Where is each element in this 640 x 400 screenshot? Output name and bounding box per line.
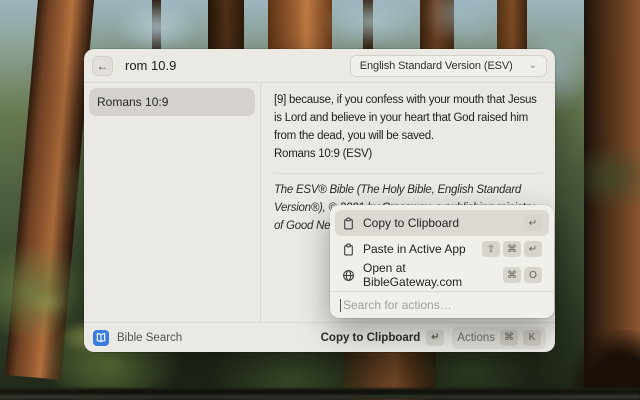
return-key-icon: ↵ — [426, 330, 444, 346]
ground-shadow — [0, 388, 640, 400]
status-bar-actions: Copy to Clipboard ↵ Actions ⌘ K — [321, 327, 546, 349]
globe-icon — [342, 269, 355, 282]
action-label: Copy to Clipboard — [363, 216, 459, 230]
cmd-key-icon: ⌘ — [503, 241, 521, 257]
text-caret — [340, 299, 341, 312]
bible-search-app-icon — [93, 330, 109, 346]
results-list: Romans 10:9 — [84, 83, 260, 322]
app-name: Bible Search — [117, 332, 182, 344]
action-label: Paste in Active App — [363, 242, 466, 256]
cmd-key-icon: ⌘ — [500, 330, 518, 346]
bible-version-dropdown[interactable]: English Standard Version (ESV) ⌄ — [350, 55, 547, 77]
chevron-down-icon: ⌄ — [529, 61, 537, 71]
primary-action-button[interactable]: Copy to Clipboard ↵ — [321, 330, 445, 346]
back-icon: ← — [97, 59, 109, 73]
app-chip: Bible Search — [93, 330, 182, 346]
actions-popover: Copy to Clipboard ↵ Paste in Active App … — [330, 205, 554, 318]
detail-divider — [274, 173, 542, 174]
return-key-icon: ↵ — [524, 241, 542, 257]
primary-action-label: Copy to Clipboard — [321, 332, 421, 344]
return-key-icon: ↵ — [524, 215, 542, 231]
action-shortcut: ↵ — [524, 215, 542, 231]
actions-search-input[interactable] — [343, 298, 544, 312]
action-open-at-biblegateway[interactable]: Open at BibleGateway.com ⌘ O — [335, 262, 549, 288]
action-copy-to-clipboard[interactable]: Copy to Clipboard ↵ — [335, 210, 549, 236]
actions-search-row — [330, 292, 554, 318]
search-query-text[interactable]: rom 10.9 — [125, 58, 176, 73]
verse-text: [9] because, if you confess with your mo… — [274, 92, 542, 145]
shift-key-icon: ⇧ — [482, 241, 500, 257]
window-header: ← rom 10.9 English Standard Version (ESV… — [84, 49, 555, 82]
list-item-label: Romans 10:9 — [97, 95, 168, 109]
action-label: Open at BibleGateway.com — [363, 261, 495, 289]
status-bar: Bible Search Copy to Clipboard ↵ Actions… — [84, 323, 555, 352]
actions-list: Copy to Clipboard ↵ Paste in Active App … — [330, 205, 554, 291]
verse-reference: Romans 10:9 (ESV) — [274, 146, 542, 164]
action-shortcut: ⌘ O — [503, 267, 542, 283]
clipboard-icon — [342, 243, 355, 256]
cmd-key-icon: ⌘ — [503, 267, 521, 283]
list-item-romans-10-9[interactable]: Romans 10:9 — [89, 88, 255, 116]
clipboard-icon — [342, 217, 355, 230]
back-button[interactable]: ← — [92, 56, 113, 76]
o-key-icon: O — [524, 267, 542, 283]
screen: ← rom 10.9 English Standard Version (ESV… — [0, 0, 640, 400]
dropdown-value: English Standard Version (ESV) — [360, 60, 513, 72]
actions-button[interactable]: Actions ⌘ K — [452, 327, 546, 349]
k-key-icon: K — [523, 330, 541, 346]
action-shortcut: ⇧ ⌘ ↵ — [482, 241, 542, 257]
action-paste-in-active-app[interactable]: Paste in Active App ⇧ ⌘ ↵ — [335, 236, 549, 262]
actions-button-label: Actions — [457, 332, 495, 344]
